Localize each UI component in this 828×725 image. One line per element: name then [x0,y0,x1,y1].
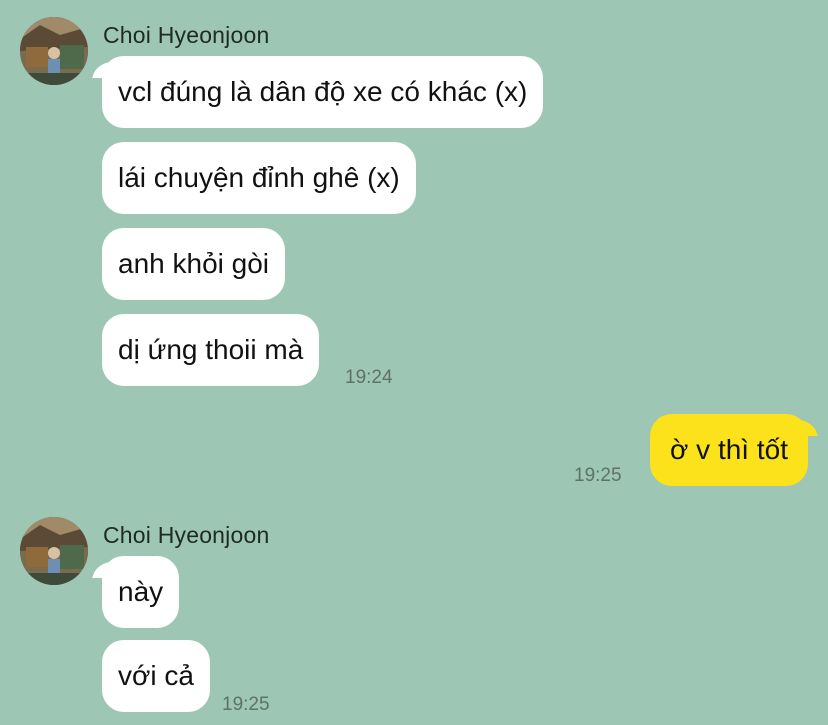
message-bubble[interactable]: dị ứng thoii mà [102,314,320,386]
message-bubble[interactable]: lái chuyện đỉnh ghê (x) [102,142,416,214]
sender-name: Choi Hyeonjoon [103,22,270,48]
sender-avatar[interactable] [20,17,88,85]
message-bubble[interactable]: này [102,556,180,628]
message-bubble[interactable]: anh khỏi gòi [102,228,286,300]
message-timestamp: 19:25 [574,465,622,486]
sender-avatar[interactable] [20,517,88,585]
message-timestamp: 19:24 [345,367,393,388]
message-bubble[interactable]: vcl đúng là dân độ xe có khác (x) [102,56,544,128]
avatar-photo-icon [20,517,88,585]
message-timestamp: 19:25 [222,694,270,715]
sender-name: Choi Hyeonjoon [103,522,270,548]
message-bubble[interactable]: với cả [102,640,210,712]
outgoing-message-bubble[interactable]: ờ v thì tốt [650,414,808,486]
avatar-photo-icon [20,17,88,85]
